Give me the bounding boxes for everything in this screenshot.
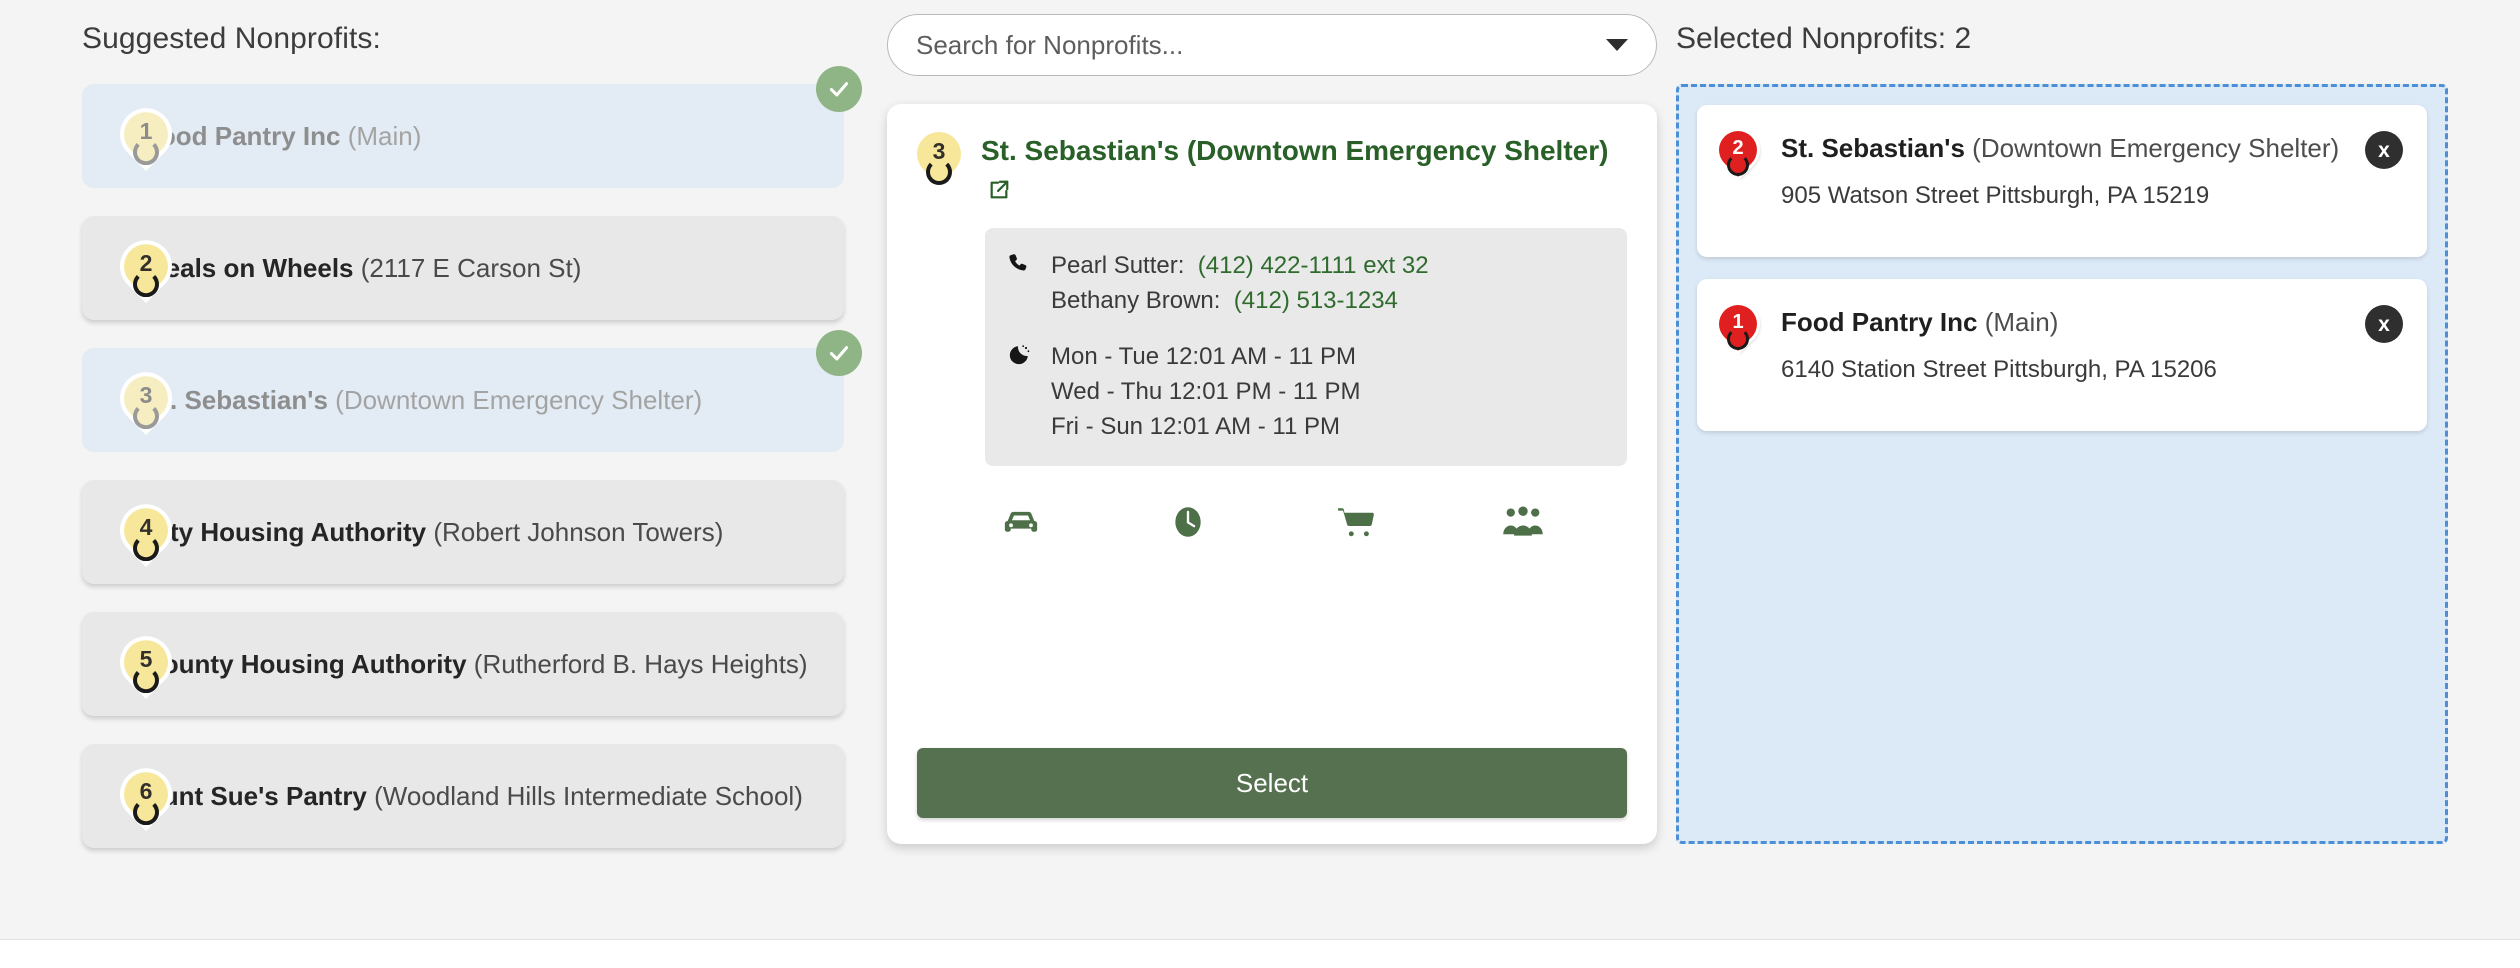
phone-icon: [1007, 248, 1033, 276]
detail-spacer: [917, 544, 1627, 748]
suggested-item-name: Meals on Wheels: [144, 252, 354, 283]
contact-line: Pearl Sutter: (412) 422-1111 ext 32: [1051, 248, 1605, 283]
selected-card-title: St. Sebastian's (Downtown Emergency Shel…: [1781, 131, 2343, 166]
suggested-item-name: Food Pantry Inc: [144, 120, 341, 151]
detail-title-text: St. Sebastian's (Downtown Emergency Shel…: [981, 135, 1609, 166]
search-placeholder: Search for Nonprofits...: [916, 29, 1184, 60]
hours-line: Fri - Sun 12:01 AM - 11 PM: [1051, 413, 1340, 441]
map-pin-number: 6: [139, 778, 153, 805]
suggested-item[interactable]: 6 Aunt Sue's Pantry (Woodland Hills Inter…: [82, 744, 844, 848]
nonprofit-selector-app: Suggested Nonprofits: 1 Food Pantry Inc (…: [0, 0, 2520, 940]
map-pin-number: 2: [139, 250, 153, 277]
suggested-heading: Suggested Nonprofits:: [82, 22, 381, 55]
suggested-item-location: (Woodland Hills Intermediate School): [374, 780, 803, 811]
service-icons-row: [917, 500, 1627, 544]
contact-phone[interactable]: (412) 422-1111 ext 32: [1198, 252, 1429, 279]
hours-lines: Mon - Tue 12:01 AM - 11 PM Wed - Thu 12:0…: [1051, 339, 1605, 445]
selected-card-location: (Main): [1984, 307, 2059, 337]
phone-row: Pearl Sutter: (412) 422-1111 ext 32 Betha…: [1007, 248, 1605, 319]
remove-nonprofit-button[interactable]: x: [2365, 131, 2403, 169]
selected-nonprofits-panel: Selected Nonprofits: 2 2 St. Sebastian's …: [1676, 0, 2520, 939]
suggested-item[interactable]: 2 Meals on Wheels (2117 E Carson St): [82, 216, 844, 320]
contact-name: Bethany Brown:: [1051, 287, 1221, 315]
map-pin-number: 4: [139, 514, 153, 541]
map-pin-icon: 1: [114, 103, 178, 166]
map-pin-number: 1: [1732, 311, 1744, 333]
contact-lines: Pearl Sutter: (412) 422-1111 ext 32 Betha…: [1051, 248, 1605, 319]
chevron-down-icon[interactable]: [1606, 39, 1628, 51]
contact-line: Bethany Brown: (412) 513-1234: [1051, 283, 1605, 318]
selected-check-icon: [816, 330, 862, 376]
hours-line: Wed - Thu 12:01 PM - 11 PM: [1051, 377, 1361, 405]
suggested-item-name: City Housing Authority: [144, 516, 427, 547]
selected-nonprofit-card[interactable]: 2 St. Sebastian's (Downtown Emergency She…: [1697, 105, 2427, 257]
map-pin-number: 2: [1732, 137, 1744, 159]
selected-heading: Selected Nonprofits: 2: [1676, 22, 1972, 55]
suggested-item[interactable]: 3 St. Sebastian's (Downtown Emergency She…: [82, 330, 862, 452]
map-pin-icon: 1: [1711, 297, 1765, 351]
suggested-item-label: Meals on Wheels (2117 E Carson St): [140, 251, 581, 285]
car-icon[interactable]: [997, 500, 1045, 544]
select-button[interactable]: Select: [917, 748, 1627, 818]
selected-card-title: Food Pantry Inc (Main): [1781, 305, 2343, 340]
suggested-item-label: Food Pantry Inc (Main): [140, 119, 421, 153]
map-pin-number: 3: [139, 382, 153, 409]
selected-card-name: St. Sebastian's: [1781, 133, 1965, 163]
suggested-item-location: (Rutherford B. Hays Heights): [473, 648, 808, 679]
suggested-item[interactable]: 4 City Housing Authority (Robert Johnson …: [82, 480, 844, 584]
suggested-item-label: St. Sebastian's (Downtown Emergency Shel…: [140, 383, 702, 417]
selected-card-name: Food Pantry Inc: [1781, 307, 1978, 337]
contact-name: Pearl Sutter:: [1051, 252, 1185, 280]
map-pin-icon: 2: [1711, 123, 1765, 177]
selected-dropzone[interactable]: 2 St. Sebastian's (Downtown Emergency She…: [1676, 84, 2448, 844]
suggested-item-location: (Robert Johnson Towers): [433, 516, 724, 547]
suggested-item-name: County Housing Authority: [144, 648, 467, 679]
detail-title[interactable]: St. Sebastian's (Downtown Emergency Shel…: [981, 130, 1627, 208]
suggested-item-label: County Housing Authority (Rutherford B. …: [140, 647, 808, 681]
map-pin-icon: 6: [114, 763, 178, 826]
suggested-nonprofits-panel: Suggested Nonprofits: 1 Food Pantry Inc (…: [0, 0, 870, 939]
external-link-icon[interactable]: [988, 179, 1010, 201]
suggested-item-location: (2117 E Carson St): [360, 252, 582, 283]
selected-card-address: 6140 Station Street Pittsburgh, PA 15206: [1781, 356, 2217, 384]
suggested-item-location: (Downtown Emergency Shelter): [335, 384, 703, 415]
map-pin-number: 3: [932, 138, 946, 164]
suggested-item[interactable]: 5 County Housing Authority (Rutherford B.…: [82, 612, 844, 716]
map-pin-icon: 3: [114, 367, 178, 430]
suggested-item-label: Aunt Sue's Pantry (Woodland Hills Interm…: [140, 779, 803, 813]
map-pin-icon: 5: [114, 631, 178, 694]
clock-icon[interactable]: [1164, 500, 1212, 544]
map-pin-number: 1: [139, 118, 153, 145]
selected-nonprofit-card[interactable]: 1 Food Pantry Inc (Main) 6140 Station Stre…: [1697, 279, 2427, 431]
detail-panel: Search for Nonprofits... 3 St. Sebastian…: [872, 0, 1672, 939]
hours-line: Mon - Tue 12:01 AM - 11 PM: [1051, 342, 1357, 370]
remove-nonprofit-button[interactable]: x: [2365, 305, 2403, 343]
suggested-item-name: St. Sebastian's: [144, 384, 328, 415]
search-nonprofits-input[interactable]: Search for Nonprofits...: [887, 14, 1657, 76]
selected-check-icon: [816, 66, 862, 112]
selected-card-location: (Downtown Emergency Shelter): [1972, 133, 2340, 163]
hours-row: Mon - Tue 12:01 AM - 11 PM Wed - Thu 12:0…: [1007, 339, 1605, 445]
shopping-cart-icon[interactable]: [1332, 500, 1380, 544]
suggested-item-location: (Main): [347, 120, 422, 151]
suggested-list: 1 Food Pantry Inc (Main) 2 Meals on Wheels …: [82, 66, 862, 848]
map-pin-icon: 4: [114, 499, 178, 562]
suggested-item[interactable]: 1 Food Pantry Inc (Main): [82, 66, 862, 188]
map-pin-number: 5: [139, 646, 153, 673]
clock-icon: [1007, 339, 1033, 367]
nonprofit-detail-card: 3 St. Sebastian's (Downtown Emergency Sh…: [887, 104, 1657, 844]
people-group-icon[interactable]: [1499, 500, 1547, 544]
contact-phone[interactable]: (412) 513-1234: [1234, 287, 1398, 314]
map-pin-icon: 3: [907, 122, 971, 186]
map-pin-icon: 2: [114, 235, 178, 298]
detail-header: 3 St. Sebastian's (Downtown Emergency Sh…: [907, 122, 1627, 208]
suggested-item-label: City Housing Authority (Robert Johnson T…: [140, 515, 723, 549]
suggested-item-name: Aunt Sue's Pantry: [144, 780, 367, 811]
selected-card-address: 905 Watson Street Pittsburgh, PA 15219: [1781, 182, 2210, 210]
contact-info-panel: Pearl Sutter: (412) 422-1111 ext 32 Betha…: [985, 228, 1627, 467]
